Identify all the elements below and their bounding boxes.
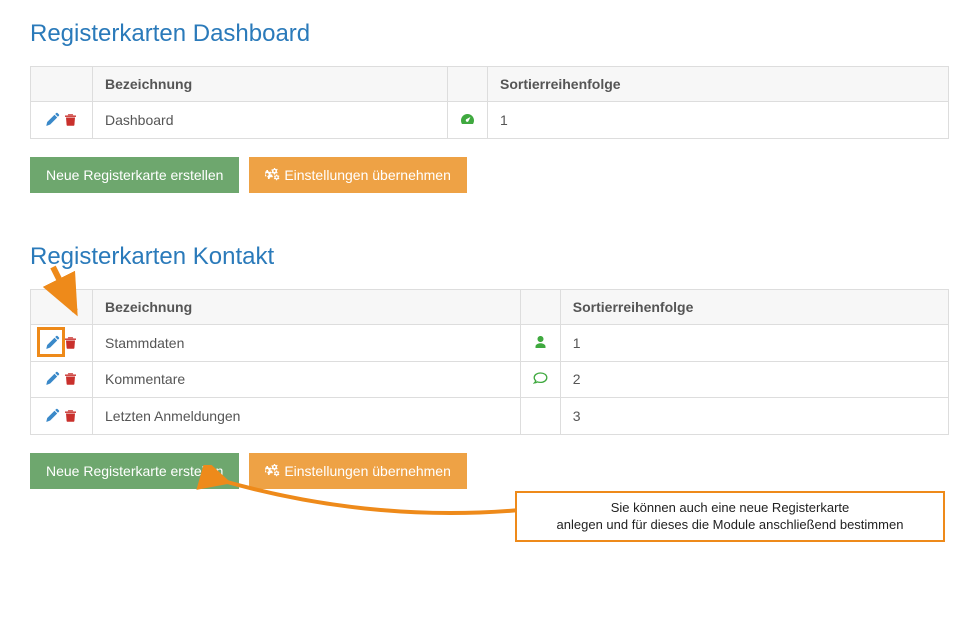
tabs-table: Bezeichnung Sortierreihenfolge Dashboard… <box>30 66 949 139</box>
col-actions <box>31 289 93 324</box>
col-icon <box>448 67 488 102</box>
col-icon <box>520 289 560 324</box>
delete-icon[interactable] <box>64 408 77 425</box>
row-name: Dashboard <box>93 102 448 139</box>
tabs-table: Bezeichnung Sortierreihenfolge Stammdate… <box>30 289 949 435</box>
col-actions <box>31 67 93 102</box>
edit-icon[interactable] <box>46 371 60 388</box>
row-name: Letzten Anmeldungen <box>93 398 521 435</box>
apply-label: Einstellungen übernehmen <box>284 463 451 479</box>
delete-icon[interactable] <box>64 112 77 129</box>
col-bezeichnung: Bezeichnung <box>93 67 448 102</box>
delete-icon[interactable] <box>64 371 77 388</box>
annotation-callout: Sie können auch eine neue Registerkarte … <box>515 491 945 542</box>
edit-icon[interactable] <box>46 335 60 352</box>
delete-icon[interactable] <box>64 335 77 352</box>
section-dashboard: Registerkarten Dashboard Bezeichnung Sor… <box>30 20 949 193</box>
callout-text: Sie können auch eine neue Registerkarte … <box>557 500 904 533</box>
row-name: Kommentare <box>93 361 521 398</box>
gears-icon <box>265 167 280 183</box>
user-icon <box>533 335 548 352</box>
apply-label: Einstellungen übernehmen <box>284 167 451 183</box>
row-order: 2 <box>560 361 948 398</box>
edit-icon[interactable] <box>46 112 60 129</box>
apply-settings-button[interactable]: Einstellungen übernehmen <box>249 157 466 193</box>
apply-settings-button[interactable]: Einstellungen übernehmen <box>249 453 466 489</box>
section-title: Registerkarten Dashboard <box>30 20 949 48</box>
row-order: 3 <box>560 398 948 435</box>
table-row: Dashboard 1 <box>31 102 949 139</box>
table-row: Stammdaten 1 <box>31 324 949 361</box>
table-row: Kommentare 2 <box>31 361 949 398</box>
row-order: 1 <box>560 324 948 361</box>
new-tab-button[interactable]: Neue Registerkarte erstellen <box>30 453 239 489</box>
col-bezeichnung: Bezeichnung <box>93 289 521 324</box>
col-sort: Sortierreihenfolge <box>488 67 949 102</box>
section-title: Registerkarten Kontakt <box>30 243 949 271</box>
gears-icon <box>265 463 280 479</box>
row-order: 1 <box>488 102 949 139</box>
row-name: Stammdaten <box>93 324 521 361</box>
new-tab-button[interactable]: Neue Registerkarte erstellen <box>30 157 239 193</box>
edit-icon[interactable] <box>46 408 60 425</box>
table-row: Letzten Anmeldungen 3 <box>31 398 949 435</box>
dashboard-icon <box>460 112 475 129</box>
section-kontakt: Registerkarten Kontakt Bezeichnung Sorti… <box>30 243 949 489</box>
col-sort: Sortierreihenfolge <box>560 289 948 324</box>
comment-icon <box>533 371 548 388</box>
